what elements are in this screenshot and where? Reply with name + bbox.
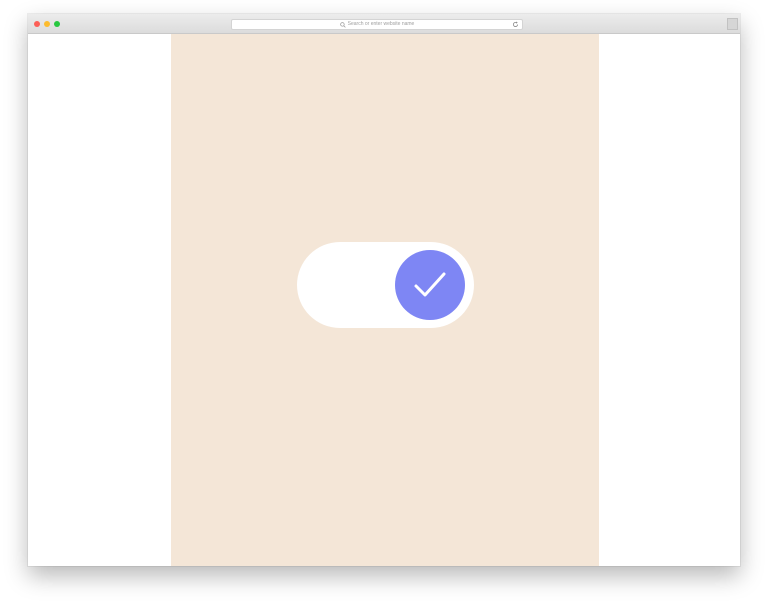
reload-icon[interactable]: [512, 21, 519, 28]
close-window-button[interactable]: [34, 21, 40, 27]
title-bar: Search or enter website name: [28, 14, 740, 34]
toggle-demo-panel: [171, 34, 599, 566]
check-icon: [414, 272, 446, 297]
show-tabs-button[interactable]: [727, 18, 738, 30]
browser-window: Search or enter website name: [28, 14, 740, 566]
search-icon: [339, 21, 346, 28]
maximize-window-button[interactable]: [54, 21, 60, 27]
minimize-window-button[interactable]: [44, 21, 50, 27]
address-bar-placeholder: Search or enter website name: [347, 21, 415, 27]
toggle-knob[interactable]: [395, 250, 465, 320]
page-content: [28, 34, 740, 566]
address-bar[interactable]: Search or enter website name: [231, 19, 523, 30]
toggle-switch[interactable]: [297, 242, 474, 328]
